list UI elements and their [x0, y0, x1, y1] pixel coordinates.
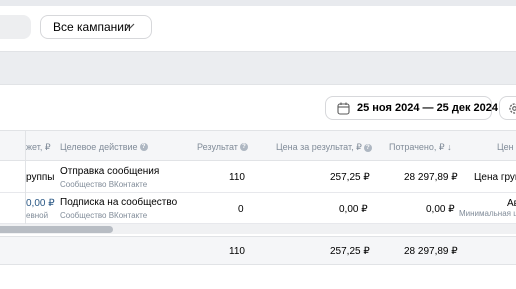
- help-icon[interactable]: ?: [139, 143, 148, 151]
- cell-price: Цена груп: [474, 172, 516, 183]
- table-header: жет, ₽ Целевое действие ? Результат ? Це…: [0, 130, 516, 161]
- cell-budget: руппы: [26, 172, 55, 183]
- cell-action: Отправка сообщения: [60, 166, 160, 177]
- help-icon[interactable]: ?: [239, 143, 248, 151]
- calendar-icon: [337, 102, 350, 115]
- cell-action: Подписка на сообщество: [60, 197, 178, 208]
- date-range-button[interactable]: 25 ноя 2024 — 25 дек 2024: [325, 96, 498, 120]
- col-result[interactable]: Результат ?: [197, 142, 248, 152]
- cell-price: Ав: [507, 198, 516, 209]
- cell-budget[interactable]: 0,00 ₽: [26, 198, 55, 209]
- col-spent-label: Потрачено, ₽ ↓: [389, 142, 452, 152]
- cell-spent: 0,00 ₽: [426, 204, 455, 215]
- col-target-action-label: Целевое действие: [60, 142, 138, 152]
- total-price-per-result: 257,25 ₽: [330, 246, 370, 257]
- col-spent[interactable]: Потрачено, ₽ ↓: [389, 142, 452, 153]
- table-row[interactable]: 0,00 ₽ евной Подписка на сообщество Сооб…: [0, 193, 516, 224]
- cell-action-source: Сообщество ВКонтакте: [60, 211, 148, 220]
- campaign-select[interactable]: Все кампании: [40, 15, 152, 39]
- cell-result: 110: [229, 172, 245, 183]
- col-price[interactable]: Цен: [497, 142, 514, 152]
- chevron-down-icon: [125, 23, 135, 29]
- cell-spent: 28 297,89 ₽: [404, 172, 458, 183]
- col-budget[interactable]: жет, ₽: [26, 142, 51, 153]
- cell-price-per-result: 257,25 ₽: [330, 172, 370, 183]
- toolbar-band: [0, 51, 516, 85]
- total-spent: 28 297,89 ₽: [404, 246, 458, 257]
- table-row[interactable]: руппы Отправка сообщения Сообщество ВКон…: [0, 162, 516, 193]
- cell-price-note: Минимальная ц: [459, 209, 516, 218]
- total-result: 110: [229, 246, 245, 257]
- cell-budget-type: евной: [26, 211, 49, 220]
- col-target-action[interactable]: Целевое действие ?: [60, 142, 148, 152]
- table-settings-button[interactable]: [499, 96, 516, 120]
- cell-price-per-result: 0,00 ₽: [339, 204, 368, 215]
- col-price-per-result[interactable]: Цена за результат, ₽ ?: [276, 142, 372, 153]
- cell-action-source: Сообщество ВКонтакте: [60, 180, 148, 189]
- col-price-label: Цен: [497, 142, 514, 152]
- scrollbar-thumb[interactable]: [0, 226, 113, 233]
- cell-result: 0: [238, 204, 244, 215]
- top-bar: [0, 0, 516, 6]
- campaign-select-label: Все кампании: [53, 20, 131, 34]
- help-icon[interactable]: ?: [363, 143, 372, 152]
- search-field[interactable]: [0, 15, 31, 39]
- sticky-column-divider: [25, 130, 26, 224]
- date-range-label: 25 ноя 2024 — 25 дек 2024: [357, 102, 498, 114]
- col-result-label: Результат: [197, 142, 238, 152]
- gear-icon: [509, 103, 516, 114]
- col-price-per-result-label: Цена за результат, ₽: [276, 142, 362, 152]
- col-budget-label: жет, ₽: [26, 142, 51, 152]
- totals-row: 110 257,25 ₽ 28 297,89 ₽: [0, 236, 516, 265]
